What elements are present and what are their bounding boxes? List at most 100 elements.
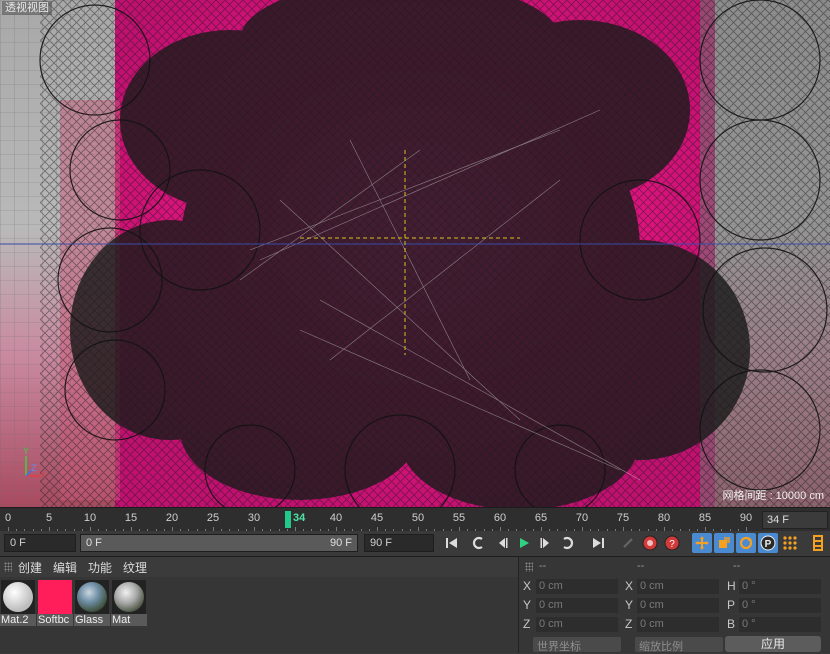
material-name: Mat [111,614,147,626]
ruler-tick-label: 5 [45,512,53,524]
timeline-film-icon [813,535,823,551]
record-active-button[interactable] [640,533,660,553]
perspective-viewport[interactable]: 透视视图 Y Z X 网格间距 : 10000 cm [0,0,830,507]
material-preview [112,580,146,614]
ruler-tick-label: 40 [329,512,343,524]
ruler-tick-label: 15 [124,512,138,524]
pos-y-label: Y [523,598,532,612]
transport-bar: 0 F 0 F 90 F 90 F ? P [0,531,830,556]
axis-gizmo: Y Z X [18,446,48,484]
rot-b-label: B [727,617,736,631]
ruler-tick-label: 30 [247,512,261,524]
rot-h-label: H [727,579,736,593]
skip-start-icon [446,538,457,548]
ruler-tick-label: 45 [370,512,384,524]
material-swatch-softbox[interactable]: Softbc [37,579,73,626]
rotation-header: -- [733,560,741,572]
point-level-button[interactable] [780,533,800,553]
ruler-tick-label: 80 [657,512,671,524]
material-preview [38,580,72,614]
step-back-icon [499,538,508,548]
svg-text:P: P [765,539,772,550]
panel-grip-icon[interactable] [4,562,12,572]
param-key-button[interactable]: P [758,533,778,553]
end-frame-field[interactable]: 90 F [364,534,434,552]
autokey-button[interactable]: ? [662,533,682,553]
range-end-label: 90 F [329,537,352,549]
pos-y-field[interactable]: 0 cm [536,598,618,613]
scale-key-button[interactable] [714,533,734,553]
ruler-tick-label: 55 [452,512,466,524]
rot-p-field[interactable]: 0 ° [739,598,821,613]
ruler-track[interactable]: 0 5 10 15 20 25 30 40 45 50 55 60 65 70 75 80 85 90 [0,508,757,532]
playhead[interactable] [285,511,291,528]
size-x-field[interactable]: 0 cm [637,579,719,594]
apply-button[interactable]: 应用 [725,636,821,652]
move-key-button[interactable] [692,533,712,553]
timeline-window-button[interactable] [808,533,828,553]
world-coordinates-dropdown[interactable]: 世界坐标 [533,637,621,653]
parameter-p-icon: P [760,535,776,551]
menu-texture[interactable]: 纹理 [123,559,147,576]
go-to-end-button[interactable] [588,533,608,553]
material-swatch-glass[interactable]: Glass [74,579,110,626]
size-x-label: X [625,579,634,593]
menu-create[interactable]: 创建 [18,559,42,576]
timeline-ruler[interactable]: 0 5 10 15 20 25 30 40 45 50 55 60 65 70 75 80 85 90 34 34… [0,507,830,532]
next-key-icon [563,536,574,550]
previous-frame-button[interactable] [492,533,512,553]
prev-key-icon [472,536,483,550]
axis-label-z: Z [31,463,37,473]
ruler-tick-label: 70 [575,512,589,524]
preview-range-slider[interactable]: 0 F 90 F [80,534,358,552]
material-manager: 创建 编辑 功能 纹理 Mat.2 Softbc Glass Mat [0,556,518,653]
ruler-tick-label: 60 [493,512,507,524]
viewport-title[interactable]: 透视视图 [2,1,52,15]
size-y-field[interactable]: 0 cm [637,598,719,613]
ruler-tick-label: 20 [165,512,179,524]
viewport-render [0,0,830,507]
pos-x-field[interactable]: 0 cm [536,579,618,594]
panel-grip-icon[interactable] [525,562,533,572]
material-menubar: 创建 编辑 功能 纹理 [0,557,518,577]
menu-edit[interactable]: 编辑 [53,559,77,576]
coordinates-manager: -- -- -- X 0 cm X 0 cm H 0 ° Y 0 cm Y 0 … [518,556,830,653]
size-z-field[interactable]: 0 cm [637,617,719,632]
next-frame-button[interactable] [536,533,556,553]
ruler-tick-label: 25 [206,512,220,524]
menu-function[interactable]: 功能 [88,559,112,576]
ruler-tick-label: 0 [4,512,12,524]
rotate-key-button[interactable] [736,533,756,553]
material-name: Mat.2 [0,614,36,626]
rot-b-field[interactable]: 0 ° [739,617,821,632]
ruler-tick-label: 75 [616,512,630,524]
ruler-tick-label: 10 [83,512,97,524]
previous-key-button[interactable] [468,533,488,553]
key-disabled-icon [623,538,633,548]
next-key-button[interactable] [558,533,578,553]
pos-z-label: Z [523,617,531,631]
current-frame-field[interactable]: 34 F [762,511,828,529]
go-to-start-button[interactable] [442,533,462,553]
axis-label-y: Y [23,446,30,456]
scale-box-icon [719,537,730,548]
material-swatch-mat[interactable]: Mat [111,579,147,626]
autokey-icon: ? [664,535,680,551]
rotate-icon [739,536,753,550]
scale-mode-dropdown[interactable]: 缩放比例 [635,637,723,653]
size-header: -- [637,560,645,572]
ruler-tick-label: 50 [411,512,425,524]
size-y-label: Y [625,598,634,612]
size-z-label: Z [625,617,633,631]
material-name: Softbc [37,614,73,626]
rot-h-field[interactable]: 0 ° [739,579,821,594]
pos-x-label: X [523,579,532,593]
material-name: Glass [74,614,110,626]
start-frame-field[interactable]: 0 F [4,534,76,552]
pos-z-field[interactable]: 0 cm [536,617,618,632]
play-button[interactable] [514,533,534,553]
axis-label-x: X [40,470,47,480]
ruler-tick-label: 85 [698,512,712,524]
record-keys-button[interactable] [618,533,638,553]
material-swatch-mat2[interactable]: Mat.2 [0,579,36,626]
